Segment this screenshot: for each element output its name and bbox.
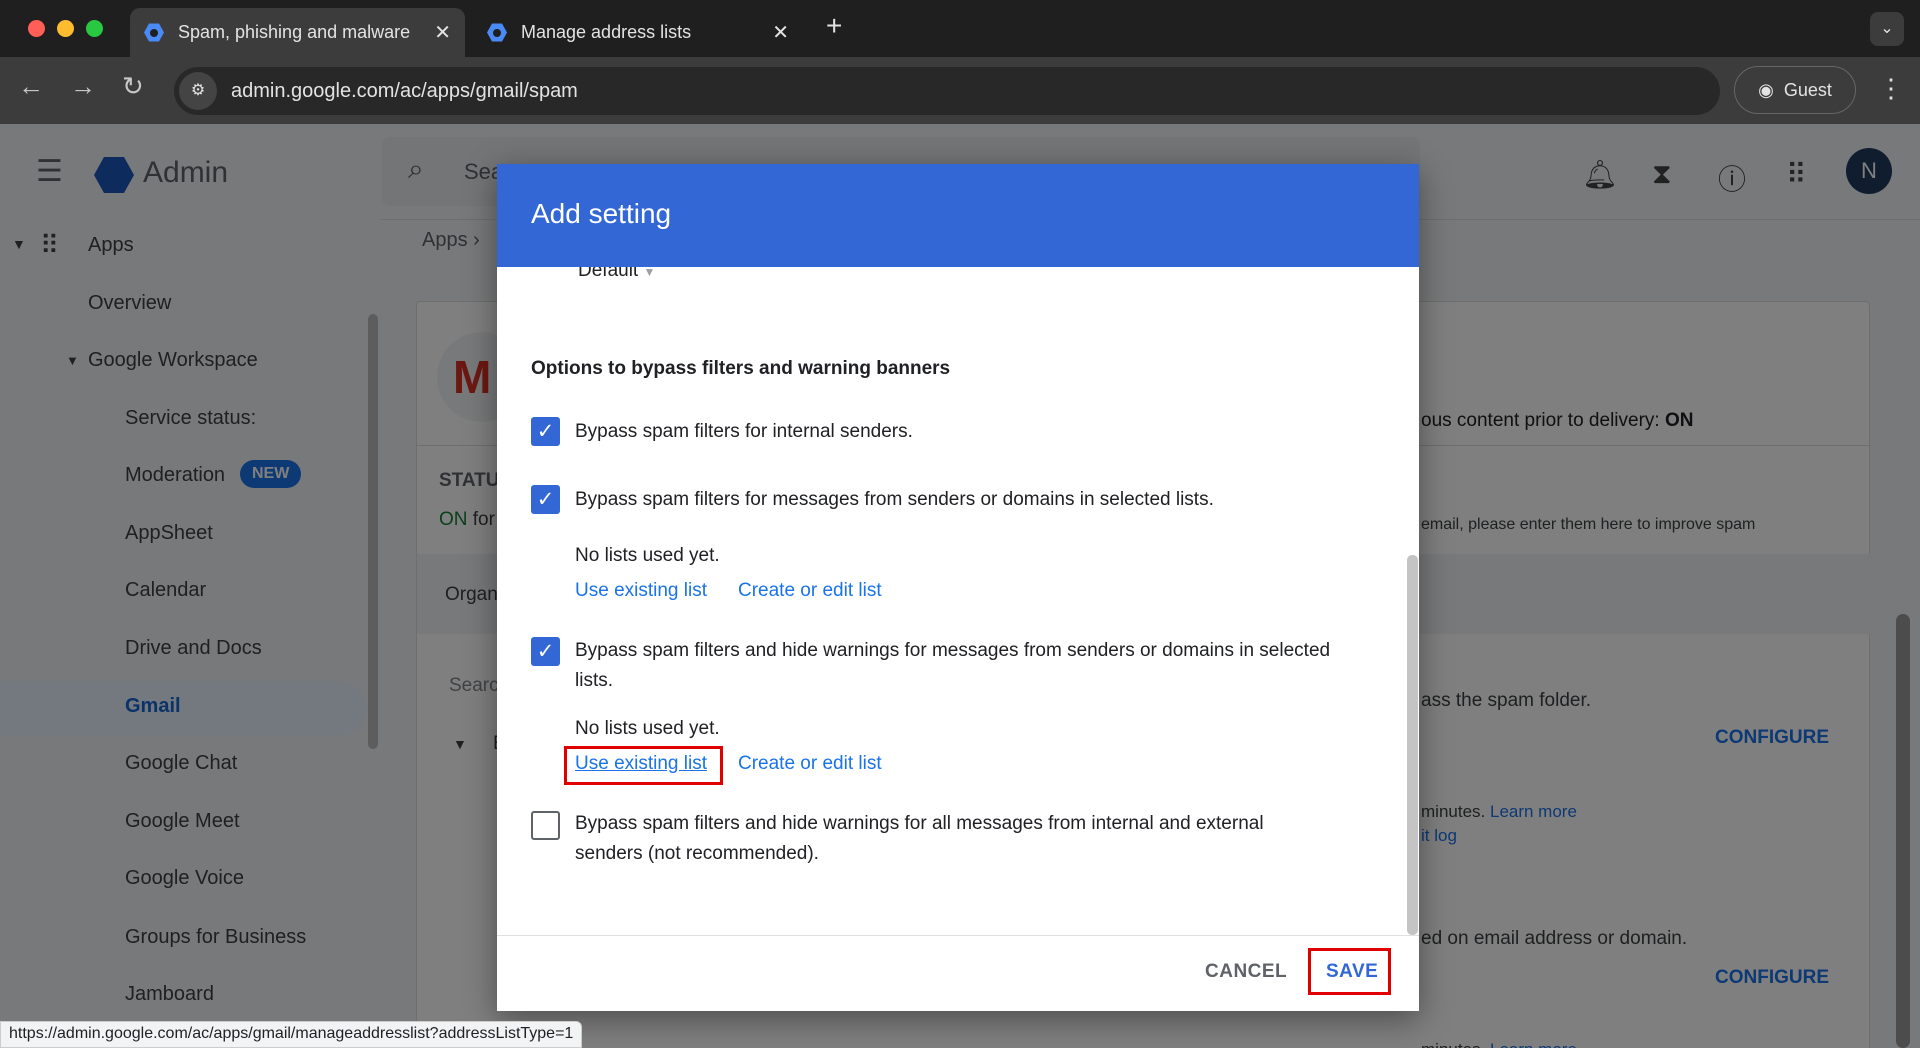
cancel-button[interactable]: CANCEL (1205, 961, 1287, 983)
lists-status: No lists used yet. (575, 718, 720, 739)
browser-toolbar: ← → ↻ ⚙ admin.google.com/ac/apps/gmail/s… (0, 57, 1920, 124)
tab-spam[interactable]: Spam, phishing and malware ✕ (130, 8, 465, 57)
lists-status: No lists used yet. (575, 545, 720, 566)
url-text: admin.google.com/ac/apps/gmail/spam (231, 79, 578, 102)
highlight-box (564, 746, 723, 785)
section-heading: Options to bypass filters and warning ba… (531, 358, 951, 379)
option-label: Bypass spam filters for internal senders… (575, 421, 913, 442)
close-tab-icon[interactable]: ✕ (434, 20, 451, 45)
minimize-window-button[interactable] (57, 20, 74, 37)
profile-label: Guest (1783, 79, 1832, 100)
profile-button[interactable]: ◉ Guest (1734, 66, 1856, 114)
tab-title: Spam, phishing and malware (178, 22, 411, 42)
option-label: Bypass spam filters for messages from se… (575, 489, 1214, 510)
checkbox-all-senders[interactable] (531, 811, 560, 840)
checkbox-hide-warnings-lists[interactable]: ✓ (531, 637, 560, 666)
address-bar[interactable]: ⚙ admin.google.com/ac/apps/gmail/spam (174, 67, 1720, 115)
reload-icon[interactable]: ↻ (122, 71, 144, 102)
tab-title: Manage address lists (521, 22, 692, 42)
forward-icon[interactable]: → (70, 71, 96, 102)
dialog-header: Add setting (497, 164, 1419, 267)
option-label: Bypass spam filters and hide warnings fo… (575, 640, 1331, 691)
highlight-box (1308, 948, 1391, 995)
add-setting-dialog: Add setting Default ▼ Options to bypass … (497, 164, 1419, 1011)
site-settings-icon[interactable]: ⚙ (179, 72, 217, 110)
back-icon[interactable]: ← (18, 71, 44, 102)
checkbox-selected-lists[interactable]: ✓ (531, 485, 560, 514)
tab-bar: Spam, phishing and malware ✕ Manage addr… (0, 0, 1920, 57)
dialog-title: Add setting (531, 198, 672, 229)
close-tab-icon[interactable]: ✕ (772, 20, 789, 45)
admin-favicon-icon (487, 23, 507, 42)
checkbox-internal-senders[interactable]: ✓ (531, 417, 560, 446)
use-existing-list-link[interactable]: Use existing list (575, 580, 707, 602)
close-window-button[interactable] (28, 20, 45, 37)
create-or-edit-list-link[interactable]: Create or edit list (738, 580, 882, 602)
tab-address-lists[interactable]: Manage address lists ✕ (473, 8, 803, 57)
menu-kebab-icon[interactable]: ⋮ (1878, 73, 1904, 104)
new-tab-button[interactable]: + (826, 10, 842, 42)
tab-search-button[interactable]: ⌄ (1870, 12, 1904, 46)
profile-icon: ◉ (1758, 79, 1774, 100)
dialog-scrollbar[interactable] (1407, 555, 1418, 935)
option-label: Bypass spam filters and hide warnings fo… (575, 813, 1264, 864)
admin-favicon-icon (144, 23, 164, 42)
create-or-edit-list-link[interactable]: Create or edit list (738, 753, 882, 775)
maximize-window-button[interactable] (86, 20, 103, 37)
link-status-bar: https://admin.google.com/ac/apps/gmail/m… (0, 1021, 583, 1048)
